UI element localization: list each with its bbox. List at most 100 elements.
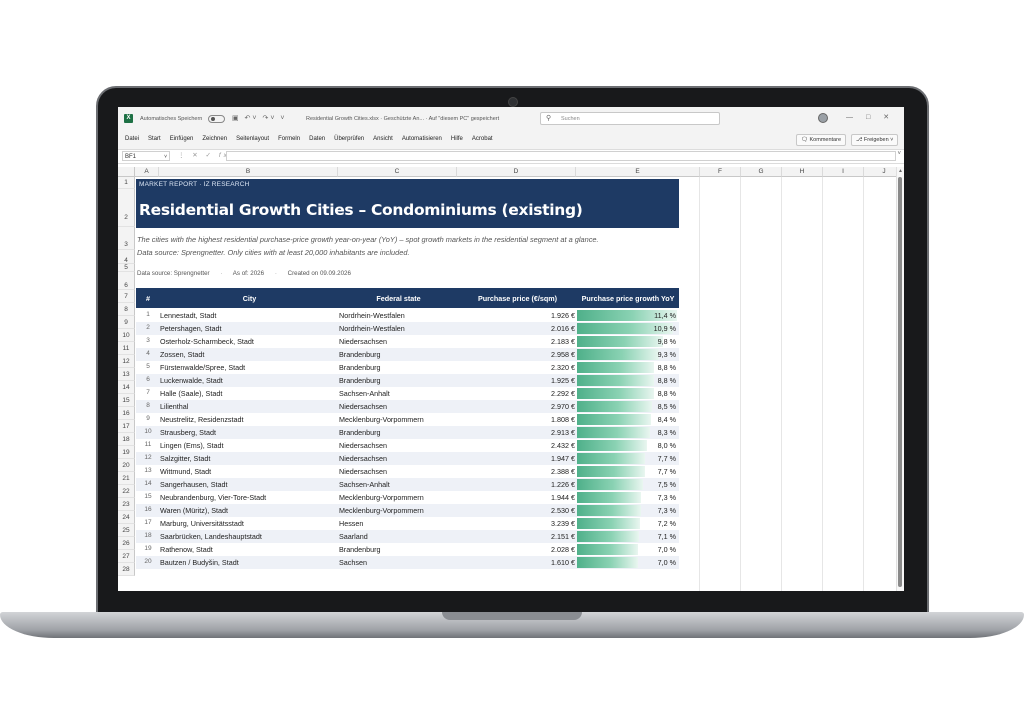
rank-cell: 18 [144,532,152,539]
formula-icons[interactable]: ⋮ ✕ ✓ fx [178,151,230,159]
row-header-21[interactable]: 21 [118,472,135,485]
row-header-18[interactable]: 18 [118,433,135,446]
row-header-15[interactable]: 15 [118,394,135,407]
scrollbar-thumb[interactable] [898,177,902,587]
search-input[interactable]: ⚲ Suchen [540,112,720,125]
city-cell: Saarbrücken, Landeshauptstadt [160,532,262,541]
table-row[interactable]: 8 Lilienthal Niedersachsen 2.970 € 8,5 % [136,400,679,413]
formula-input[interactable] [226,151,896,161]
autosave-toggle[interactable] [208,115,225,123]
table-row[interactable]: 10 Strausberg, Stadt Brandenburg 2.913 € 8,3… [136,426,679,439]
row-header-19[interactable]: 19 [118,446,135,459]
tab-hilfe[interactable]: Hilfe [451,136,463,142]
rank-cell: 16 [144,506,152,513]
meta-source: Data source: Sprengnetter [137,270,210,277]
state-cell: Brandenburg [339,350,381,359]
share-button[interactable]: ⎇ Freigeben ˅ [851,134,899,146]
window-controls[interactable]: —□✕ [846,113,902,121]
row-header-5[interactable]: 5 [118,264,135,272]
name-box[interactable]: BF1 ˅ [122,151,170,161]
row-header-20[interactable]: 20 [118,459,135,472]
table-row[interactable]: 6 Luckenwalde, Stadt Brandenburg 1.925 € 8,8… [136,374,679,387]
table-row[interactable]: 19 Rathenow, Stadt Brandenburg 2.028 € 7,0 % [136,543,679,556]
tab-ansicht[interactable]: Ansicht [373,136,393,142]
tab-seitenlayout[interactable]: Seitenlayout [236,136,269,142]
column-header-h[interactable]: H [782,167,823,177]
column-header-b[interactable]: B [159,167,338,177]
table-row[interactable]: 14 Sangerhausen, Stadt Sachsen-Anhalt 1.226… [136,478,679,491]
row-header-17[interactable]: 17 [118,420,135,433]
tab-formeln[interactable]: Formeln [278,136,300,142]
column-header-a[interactable]: A [135,167,159,177]
table-row[interactable]: 1 Lennestadt, Stadt Nordrhein-Westfalen 1.9… [136,309,679,322]
row-header-23[interactable]: 23 [118,498,135,511]
column-header-d[interactable]: D [457,167,576,177]
row-header-28[interactable]: 28 [118,563,135,576]
price-cell: 1.925 € [551,376,575,385]
user-avatar-icon[interactable] [818,113,828,123]
rank-cell: 15 [144,493,152,500]
tab-automatisieren[interactable]: Automatisieren [402,136,442,142]
column-header-c[interactable]: C [338,167,457,177]
quick-access-toolbar[interactable]: ▣ ↶˅ ↷˅ ˅ [232,114,286,122]
row-header-7[interactable]: 7 [118,290,135,303]
header-city: City [242,294,257,303]
row-header-3[interactable]: 3 [118,227,135,250]
scroll-up-icon[interactable]: ▲ [898,168,903,174]
state-cell: Nordrhein-Westfalen [339,324,405,333]
row-header-13[interactable]: 13 [118,368,135,381]
row-header-10[interactable]: 10 [118,329,135,342]
row-header-24[interactable]: 24 [118,511,135,524]
tab-einf-gen[interactable]: Einfügen [170,136,194,142]
table-row[interactable]: 17 Marburg, Universitätsstadt Hessen 3.239 … [136,517,679,530]
table-row[interactable]: 3 Osterholz-Scharmbeck, Stadt Niedersachse… [136,335,679,348]
state-cell: Niedersachsen [339,454,387,463]
row-header-27[interactable]: 27 [118,550,135,563]
table-row[interactable]: 9 Neustrelitz, Residenzstadt Mecklenburg-V… [136,413,679,426]
tab--berpr-fen[interactable]: Überprüfen [334,136,364,142]
tab-datei[interactable]: Datei [125,136,139,142]
table-row[interactable]: 5 Fürstenwalde/Spree, Stadt Brandenburg 2.3… [136,361,679,374]
table-row[interactable]: 16 Waren (Müritz), Stadt Mecklenburg-Vorpo… [136,504,679,517]
vertical-scrollbar[interactable]: ▲ [896,167,904,591]
table-row[interactable]: 11 Lingen (Ems), Stadt Niedersachsen 2.432 … [136,439,679,452]
row-header-8[interactable]: 8 [118,303,135,316]
table-row[interactable]: 18 Saarbrücken, Landeshauptstadt Saarland 2… [136,530,679,543]
table-row[interactable]: 7 Halle (Saale), Stadt Sachsen-Anhalt 2.292… [136,387,679,400]
row-header-16[interactable]: 16 [118,407,135,420]
row-header-6[interactable]: 6 [118,272,135,290]
column-header-f[interactable]: F [700,167,741,177]
table-row[interactable]: 2 Petershagen, Stadt Nordrhein-Westfalen 2.… [136,322,679,335]
select-all-corner[interactable] [118,167,135,177]
column-header-e[interactable]: E [576,167,700,177]
comments-button[interactable]: 🗨 Kommentare [796,134,847,146]
grid-line [699,177,700,591]
growth-cell: 8,8 % [657,389,676,398]
table-row[interactable]: 12 Salzgitter, Stadt Niedersachsen 1.947 € 7… [136,452,679,465]
row-header-1[interactable]: 1 [118,177,135,189]
row-header-2[interactable]: 2 [118,189,135,227]
row-header-26[interactable]: 26 [118,537,135,550]
tab-zeichnen[interactable]: Zeichnen [202,136,227,142]
table-row[interactable]: 15 Neubrandenburg, Vier-Tore-Stadt Mecklen… [136,491,679,504]
row-header-22[interactable]: 22 [118,485,135,498]
row-header-11[interactable]: 11 [118,342,135,355]
column-header-g[interactable]: G [741,167,782,177]
tab-start[interactable]: Start [148,136,161,142]
tab-acrobat[interactable]: Acrobat [472,136,493,142]
state-cell: Mecklenburg-Vorpommern [339,493,424,502]
table-row[interactable]: 20 Bautzen / Budyšin, Stadt Sachsen 1.610 €… [136,556,679,569]
price-cell: 2.183 € [551,337,575,346]
document-title[interactable]: Residential Growth Cities.xlsx · Geschüt… [306,116,499,122]
city-cell: Rathenow, Stadt [160,545,213,554]
row-header-25[interactable]: 25 [118,524,135,537]
row-header-9[interactable]: 9 [118,316,135,329]
row-header-4[interactable]: 4 [118,250,135,264]
table-row[interactable]: 13 Wittmund, Stadt Niedersachsen 2.388 € 7,7… [136,465,679,478]
row-header-12[interactable]: 12 [118,355,135,368]
row-header-14[interactable]: 14 [118,381,135,394]
table-row[interactable]: 4 Zossen, Stadt Brandenburg 2.958 € 9,3 % [136,348,679,361]
tab-daten[interactable]: Daten [309,136,325,142]
expand-formula-icon[interactable]: ˅ [897,151,901,157]
column-header-i[interactable]: I [823,167,864,177]
